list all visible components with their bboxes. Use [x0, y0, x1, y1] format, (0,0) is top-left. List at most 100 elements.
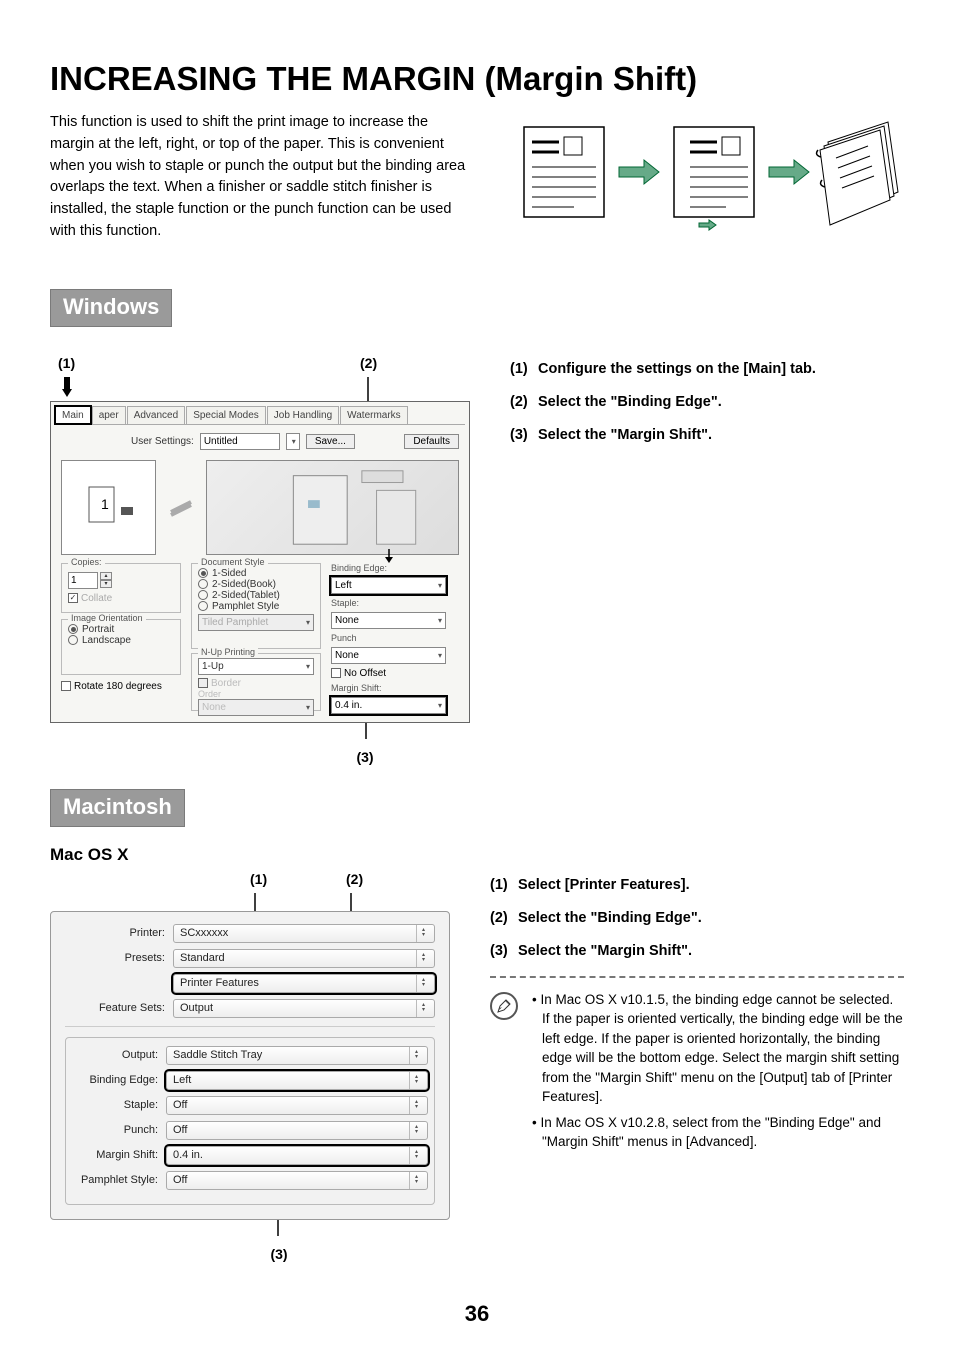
punch-select[interactable]: Off▴▾: [166, 1121, 428, 1140]
tab-special-modes[interactable]: Special Modes: [186, 406, 266, 424]
tab-advanced[interactable]: Advanced: [127, 406, 185, 424]
portrait-label: Portrait: [82, 624, 114, 635]
staple-select[interactable]: None▾: [331, 612, 446, 629]
user-settings-dropdown[interactable]: ▾: [286, 433, 300, 450]
image-orientation-label: Image Orientation: [68, 613, 146, 623]
step-num: (3): [490, 937, 518, 966]
punch-label: Punch:: [72, 1124, 158, 1136]
landscape-label: Landscape: [82, 635, 131, 646]
no-offset-label: No Offset: [344, 668, 386, 679]
two-sided-tablet-label: 2-Sided(Tablet): [212, 590, 280, 601]
dashed-separator: [490, 976, 904, 978]
copies-preview: 1: [61, 460, 156, 555]
windows-heading: Windows: [50, 289, 172, 327]
border-checkbox: [198, 678, 208, 688]
two-sided-tablet-radio[interactable]: [198, 590, 208, 600]
spin-up[interactable]: ▴: [100, 572, 112, 580]
margin-shift-select[interactable]: 0.4 in.▴▾: [166, 1146, 428, 1165]
note: • In Mac OS X v10.1.5, the binding edge …: [490, 990, 904, 1159]
document-style-label: Document Style: [198, 557, 268, 567]
binding-edge-label: Binding Edge:: [331, 563, 446, 573]
output-label: Output:: [72, 1049, 158, 1061]
binding-edge-select[interactable]: Left▾: [331, 577, 446, 594]
margin-shift-label: Margin Shift:: [331, 683, 446, 693]
save-button[interactable]: Save...: [306, 434, 355, 449]
macintosh-heading: Macintosh: [50, 789, 185, 827]
spin-down[interactable]: ▾: [100, 580, 112, 588]
callout-3: (3): [350, 749, 380, 765]
step-text: Select the "Margin Shift".: [518, 943, 692, 959]
arrow-down-icon: [64, 377, 70, 389]
two-sided-book-radio[interactable]: [198, 579, 208, 589]
nup-label: N-Up Printing: [198, 647, 258, 657]
intro-text: This function is used to shift the print…: [50, 112, 474, 243]
punch-label: Punch: [331, 633, 446, 643]
portrait-radio[interactable]: [68, 624, 78, 634]
no-offset-checkbox[interactable]: [331, 668, 341, 678]
collate-label: Collate: [81, 593, 112, 604]
callout-2: (2): [360, 355, 377, 371]
windows-print-dialog: Main aper Advanced Special Modes Job Han…: [50, 401, 470, 723]
svg-text:1: 1: [101, 496, 109, 512]
tab-job-handling[interactable]: Job Handling: [267, 406, 339, 424]
defaults-button[interactable]: Defaults: [404, 434, 459, 449]
landscape-radio[interactable]: [68, 635, 78, 645]
printer-label: Printer:: [65, 927, 165, 939]
margin-shift-illustration: [504, 112, 904, 232]
staple-label: Staple:: [331, 598, 446, 608]
punch-select[interactable]: None▾: [331, 647, 446, 664]
mac-steps: (1)Select [Printer Features]. (2)Select …: [490, 871, 904, 966]
callout-1: (1): [58, 355, 75, 373]
step-text: Select [Printer Features].: [518, 877, 690, 893]
pamphlet-label: Pamphlet Style: [212, 601, 279, 612]
printer-select[interactable]: SCxxxxxx▴▾: [173, 924, 435, 943]
one-sided-label: 1-Sided: [212, 568, 246, 579]
step-num: (1): [510, 355, 538, 384]
copies-label: Copies:: [68, 557, 105, 567]
step-num: (2): [510, 388, 538, 417]
note-bullet-1: • In Mac OS X v10.1.5, the binding edge …: [530, 990, 904, 1107]
order-label: Order: [198, 689, 314, 699]
step-num: (1): [490, 871, 518, 900]
page-title: INCREASING THE MARGIN (Margin Shift): [50, 60, 904, 98]
presets-select[interactable]: Standard▴▾: [173, 949, 435, 968]
divider: [65, 1026, 435, 1027]
user-settings-label: User Settings:: [131, 436, 194, 447]
tab-watermarks[interactable]: Watermarks: [340, 406, 408, 424]
pamphlet-style-select[interactable]: Off▴▾: [166, 1171, 428, 1190]
one-sided-radio[interactable]: [198, 568, 208, 578]
step-num: (2): [490, 904, 518, 933]
callout-3: (3): [265, 1246, 293, 1262]
tab-main[interactable]: Main: [55, 406, 91, 424]
two-sided-book-label: 2-Sided(Book): [212, 579, 276, 590]
arrow-down-icon: [385, 557, 393, 563]
step-text: Configure the settings on the [Main] tab…: [538, 361, 816, 377]
border-label: Border: [211, 678, 241, 689]
step-text: Select the "Margin Shift".: [538, 427, 712, 443]
windows-steps: (1)Configure the settings on the [Main] …: [510, 355, 904, 450]
printer-features-select[interactable]: Printer Features▴▾: [173, 974, 435, 993]
tiled-pamphlet-select: Tiled Pamphlet▾: [198, 614, 314, 631]
staple-select[interactable]: Off▴▾: [166, 1096, 428, 1115]
margin-shift-select[interactable]: 0.4 in.▾: [331, 697, 446, 714]
arrow-down-icon: [62, 389, 72, 397]
output-select[interactable]: Saddle Stitch Tray▴▾: [166, 1046, 428, 1065]
feature-sets-select[interactable]: Output▴▾: [173, 999, 435, 1018]
feature-sets-label: Feature Sets:: [65, 1002, 165, 1014]
binding-edge-label: Binding Edge:: [72, 1074, 158, 1086]
tab-paper[interactable]: aper: [92, 406, 126, 424]
user-settings-field[interactable]: [200, 433, 280, 450]
collate-checkbox[interactable]: ✓: [68, 593, 78, 603]
binding-edge-select[interactable]: Left▴▾: [166, 1071, 428, 1090]
rotate-label: Rotate 180 degrees: [74, 681, 162, 692]
mac-osx-subheading: Mac OS X: [50, 845, 904, 865]
nup-select[interactable]: 1-Up▾: [198, 658, 314, 675]
pamphlet-radio[interactable]: [198, 601, 208, 611]
copies-input[interactable]: [68, 572, 98, 589]
step-text: Select the "Binding Edge".: [538, 394, 722, 410]
margin-shift-label: Margin Shift:: [72, 1149, 158, 1161]
callout-1: (1): [250, 871, 267, 887]
pencil-note-icon: [490, 992, 518, 1020]
rotate-checkbox[interactable]: [61, 681, 71, 691]
step-text: Select the "Binding Edge".: [518, 910, 702, 926]
